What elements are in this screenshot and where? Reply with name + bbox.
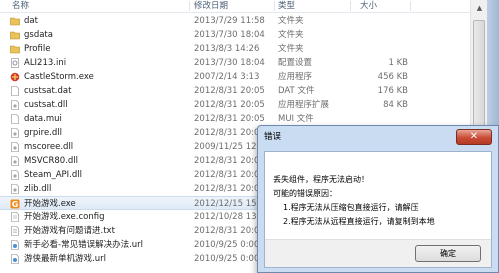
file-size: 1 KB xyxy=(388,58,408,68)
file-date: 2013/8/3 14:26 xyxy=(194,44,260,54)
column-header: 名称 修改日期 类型 大小 xyxy=(0,0,470,13)
dialog-footer: 确定 xyxy=(265,239,491,267)
file-row[interactable]: custsat.dat 2012/8/31 20:05 DAT 文件 176 KB xyxy=(0,84,470,98)
ini-file-icon xyxy=(10,58,20,68)
error-dialog: 错误 ✕ 丢失组件，程序无法启动！ 可能的错误原因： 1.程序无法从压缩包直接运… xyxy=(257,125,499,273)
file-date: 2012/8/31 20:05 xyxy=(194,156,265,166)
column-header-type[interactable]: 类型 xyxy=(278,0,295,12)
file-name: CastleStorm.exe xyxy=(24,72,94,82)
file-date: 2012/8/31 20:05 xyxy=(194,86,265,96)
file-name: ALI213.ini xyxy=(24,58,67,68)
file-row[interactable]: CastleStorm.exe 2007/2/14 3:13 应用程序 456 KB xyxy=(0,70,470,84)
config-file-icon xyxy=(10,212,20,222)
file-row[interactable]: dat 2013/7/29 11:58 文件夹 xyxy=(0,14,470,28)
file-name: zlib.dll xyxy=(24,184,52,194)
url-file-icon xyxy=(10,254,20,264)
file-date: 2007/2/14 3:13 xyxy=(194,72,260,82)
file-icon xyxy=(10,86,20,96)
file-name: dat xyxy=(24,16,38,26)
column-divider[interactable] xyxy=(274,1,275,11)
dll-icon xyxy=(10,128,20,138)
file-name: mscoree.dll xyxy=(24,142,74,152)
dll-icon xyxy=(10,156,20,166)
dll-icon xyxy=(10,184,20,194)
svg-text:G: G xyxy=(12,200,19,209)
url-file-icon xyxy=(10,240,20,250)
dll-icon xyxy=(10,170,20,180)
dll-icon xyxy=(10,142,20,152)
file-name: Steam_API.dll xyxy=(24,170,82,180)
file-row[interactable]: custsat.dll 2012/8/31 20:05 应用程序扩展 84 KB xyxy=(0,98,470,112)
file-type: 应用程序 xyxy=(278,72,313,82)
error-cause-1: 1.程序无法从压缩包直接运行，请解压 xyxy=(283,203,419,212)
file-date: 2012/8/31 20:05 xyxy=(194,114,265,124)
file-name: Profile xyxy=(24,44,51,54)
file-date: 2012/8/31 20:05 xyxy=(194,184,265,194)
file-row[interactable]: gsdata 2013/7/30 18:04 文件夹 xyxy=(0,28,470,42)
file-date: 2012/8/31 20:05 xyxy=(194,170,265,180)
file-name: 开始游戏.exe xyxy=(24,199,76,209)
error-message: 丢失组件，程序无法启动！ xyxy=(273,175,369,184)
file-date: 2013/7/30 18:04 xyxy=(194,30,265,40)
dialog-body: 丢失组件，程序无法启动！ 可能的错误原因： 1.程序无法从压缩包直接运行，请解压… xyxy=(264,151,492,268)
column-header-date[interactable]: 修改日期 xyxy=(194,0,228,12)
file-size: 456 KB xyxy=(377,72,408,82)
column-divider[interactable] xyxy=(410,1,411,11)
file-name: gsdata xyxy=(24,30,53,40)
file-date: 2013/7/29 11:58 xyxy=(194,16,265,26)
text-file-icon xyxy=(10,226,20,236)
file-name: data.mui xyxy=(24,114,62,124)
file-size: 176 KB xyxy=(377,86,408,96)
error-cause-2: 2.程序无法从远程直接运行，请复制到本地 xyxy=(283,217,435,226)
column-divider[interactable] xyxy=(189,1,190,11)
file-row[interactable]: Profile 2013/8/3 14:26 文件夹 xyxy=(0,42,470,56)
file-row[interactable]: ALI213.ini 2013/7/30 18:04 配置设置 1 KB xyxy=(0,56,470,70)
file-name: custsat.dll xyxy=(24,100,68,110)
file-type: 文件夹 xyxy=(278,16,304,26)
folder-icon xyxy=(10,44,20,54)
file-name: 开始游戏.exe.config xyxy=(24,212,105,222)
dialog-title: 错误 xyxy=(264,132,282,142)
file-name: 开始游戏有问题请进.txt xyxy=(24,226,115,236)
file-row[interactable]: data.mui 2012/8/31 20:05 MUI 文件 xyxy=(0,112,470,126)
file-type: MUI 文件 xyxy=(278,114,314,124)
close-icon: ✕ xyxy=(469,131,479,142)
scroll-up-arrow-icon[interactable]: ▲ xyxy=(474,3,485,14)
file-name: MSVCR80.dll xyxy=(24,156,79,166)
file-date: 2010/9/25 0:00 xyxy=(194,240,260,250)
file-name: grpire.dll xyxy=(24,128,63,138)
file-name: 新手必看-常见错误解决办法.url xyxy=(24,240,144,250)
folder-icon xyxy=(10,16,20,26)
close-button[interactable]: ✕ xyxy=(456,129,492,145)
file-type: 应用程序扩展 xyxy=(278,100,330,110)
game-exe-icon: G xyxy=(10,199,20,209)
dll-icon xyxy=(10,100,20,110)
file-type: 文件夹 xyxy=(278,44,304,54)
file-date: 2013/7/30 18:04 xyxy=(194,58,265,68)
file-size: 84 KB xyxy=(383,100,408,110)
folder-icon xyxy=(10,30,20,40)
column-header-name[interactable]: 名称 xyxy=(12,0,29,12)
error-causes-heading: 可能的错误原因： xyxy=(273,189,337,198)
file-date: 2010/9/25 0:00 xyxy=(194,254,260,264)
file-icon xyxy=(10,114,20,124)
file-date: 2012/8/31 20:05 xyxy=(194,128,265,138)
file-date: 2012/8/31 20:05 xyxy=(194,226,265,236)
column-header-size[interactable]: 大小 xyxy=(360,0,377,12)
file-name: custsat.dat xyxy=(24,86,72,96)
file-date: 2012/8/31 20:05 xyxy=(194,100,265,110)
file-type: DAT 文件 xyxy=(278,86,315,96)
file-name: 游侠最新单机游戏.url xyxy=(24,254,106,264)
column-divider[interactable] xyxy=(350,1,351,11)
ok-button[interactable]: 确定 xyxy=(415,245,481,262)
exe-icon xyxy=(10,72,20,82)
file-type: 文件夹 xyxy=(278,30,304,40)
file-type: 配置设置 xyxy=(278,58,313,68)
